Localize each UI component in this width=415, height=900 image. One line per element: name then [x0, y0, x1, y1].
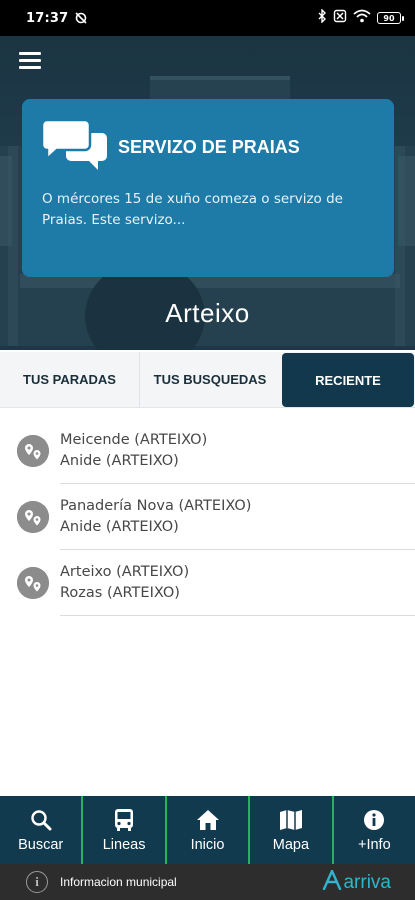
info-circle-icon[interactable]: i — [26, 871, 48, 893]
chat-bubbles-icon — [40, 118, 108, 170]
sim-disabled-icon — [333, 9, 347, 27]
municipal-info-link[interactable]: Informacion municipal — [60, 875, 177, 889]
origin-stop: Meicende (ARTEIXO) — [60, 432, 208, 448]
tab-bar: TUS PARADAS TUS BUSQUEDAS RECIENTE — [0, 352, 415, 408]
nav-lineas[interactable]: Lineas — [83, 796, 167, 864]
news-card[interactable]: SERVIZO DE PRAIAS O mércores 15 de xuño … — [22, 99, 394, 277]
home-icon — [196, 807, 220, 833]
battery-icon: 90 — [377, 12, 404, 24]
origin-stop: Arteixo (ARTEIXO) — [60, 564, 190, 580]
sync-off-icon — [74, 11, 88, 25]
hamburger-menu-button[interactable] — [19, 52, 41, 70]
recent-list: Meicende (ARTEIXO) Anide (ARTEIXO) Panad… — [0, 418, 415, 616]
info-icon — [363, 807, 385, 833]
footer-bar: i Informacion municipal arriva — [0, 864, 415, 900]
nav-label: Mapa — [272, 837, 310, 853]
news-title: SERVIZO DE PRAIAS — [118, 136, 300, 157]
bus-icon — [113, 807, 135, 833]
bluetooth-icon — [317, 8, 327, 27]
nav-label: Inicio — [190, 837, 225, 853]
nav-mapa[interactable]: Mapa — [250, 796, 334, 864]
hero-banner: SERVIZO DE PRAIAS O mércores 15 de xuño … — [0, 36, 415, 350]
status-time: 17:37 — [26, 10, 69, 26]
map-icon — [279, 807, 303, 833]
nav-label: +Info — [358, 837, 391, 853]
list-item[interactable]: Panadería Nova (ARTEIXO) Anide (ARTEIXO) — [0, 484, 415, 550]
route-pins-icon — [17, 501, 49, 533]
status-bar: 17:37 90 — [0, 0, 415, 36]
arteixo-logo: Arteixo — [165, 298, 250, 328]
route-pins-icon — [17, 435, 49, 467]
route-pins-icon — [17, 567, 49, 599]
nav-info[interactable]: +Info — [334, 796, 415, 864]
nav-inicio[interactable]: Inicio — [167, 796, 251, 864]
destination-stop: Anide (ARTEIXO) — [60, 453, 179, 469]
search-icon — [30, 807, 52, 833]
bottom-navigation: Buscar Lineas Inicio Mapa +Info — [0, 796, 415, 864]
wifi-icon — [353, 9, 371, 27]
nav-buscar[interactable]: Buscar — [0, 796, 84, 864]
arriva-logo: arriva — [321, 869, 391, 896]
nav-label: Lineas — [102, 837, 146, 853]
tab-tus-busquedas[interactable]: TUS BUSQUEDAS — [140, 352, 280, 407]
tab-tus-paradas[interactable]: TUS PARADAS — [0, 352, 140, 407]
destination-stop: Rozas (ARTEIXO) — [60, 585, 180, 601]
tab-reciente[interactable]: RECIENTE — [282, 353, 414, 407]
arriva-mark-icon — [321, 869, 343, 896]
origin-stop: Panadería Nova (ARTEIXO) — [60, 498, 252, 514]
list-item[interactable]: Meicende (ARTEIXO) Anide (ARTEIXO) — [0, 418, 415, 484]
destination-stop: Anide (ARTEIXO) — [60, 519, 179, 535]
arriva-logo-text: arriva — [343, 872, 391, 893]
list-item[interactable]: Arteixo (ARTEIXO) Rozas (ARTEIXO) — [0, 550, 415, 616]
news-body: O mércores 15 de xuño comeza o servizo d… — [42, 191, 343, 228]
nav-label: Buscar — [18, 837, 64, 853]
